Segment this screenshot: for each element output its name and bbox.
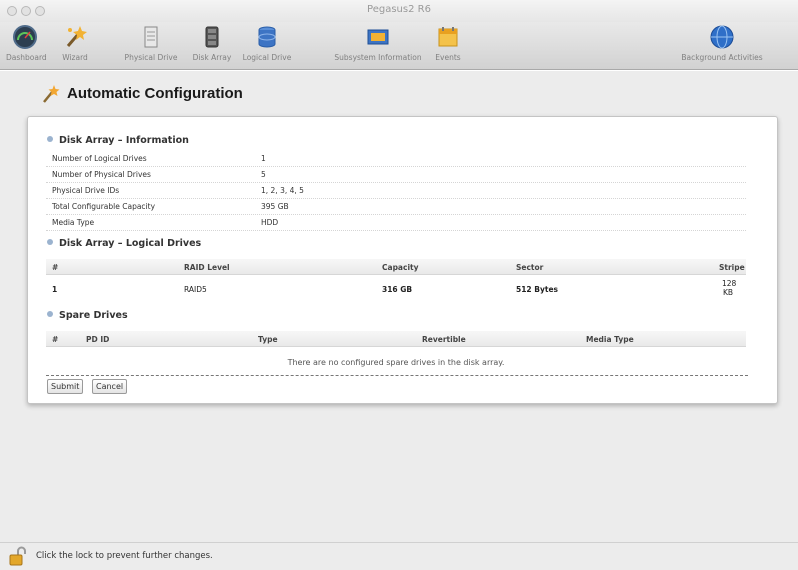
toolbar-label: Physical Drive	[124, 53, 178, 62]
logical-drives-table-header: # RAID Level Capacity Sector Stripe	[46, 259, 746, 275]
toolbar-subsystem-information-button[interactable]: Subsystem Information	[328, 24, 428, 68]
toolbar-events-button[interactable]: Events	[432, 24, 464, 68]
toolbar-label: Disk Array	[192, 53, 232, 62]
info-label: Number of Physical Drives	[52, 170, 151, 179]
lock-icon[interactable]	[9, 546, 27, 566]
divider	[46, 375, 748, 376]
submit-button[interactable]: Submit	[47, 379, 84, 394]
column-header: PD ID	[86, 335, 110, 344]
toolbar-label: Logical Drive	[242, 53, 292, 62]
wizard-wand-icon	[66, 26, 87, 47]
toolbar-background-activities-button[interactable]: Background Activities	[676, 24, 768, 68]
info-row: Media Type HDD	[46, 215, 746, 231]
events-calendar-icon	[438, 27, 458, 47]
window-title: Pegasus2 R6	[367, 4, 431, 15]
column-header: Sector	[516, 263, 544, 272]
toolbar: Dashboard Wizard Physical Drive Disk Arr…	[0, 22, 798, 70]
dashboard-gauge-icon	[13, 25, 37, 49]
logical-drives-heading: Disk Array – Logical Drives	[47, 238, 201, 249]
info-row: Number of Logical Drives 1	[46, 151, 746, 167]
column-header: Type	[258, 335, 278, 344]
info-label: Number of Logical Drives	[52, 154, 147, 163]
column-header: RAID Level	[184, 263, 230, 272]
logical-drive-icon	[258, 26, 276, 48]
table-row[interactable]: 1 RAID5 316 GB 512 Bytes 128 KB	[46, 277, 746, 305]
disk-array-icon	[205, 26, 219, 48]
cell-number: 1	[52, 285, 58, 294]
main-content: Automatic Configuration Disk Array – Inf…	[0, 71, 798, 542]
section-heading-label: Disk Array – Information	[59, 135, 189, 146]
info-label: Physical Drive IDs	[52, 186, 120, 195]
info-row: Physical Drive IDs 1, 2, 3, 4, 5	[46, 183, 746, 199]
toolbar-logical-drive-button[interactable]: Logical Drive	[242, 24, 292, 68]
column-header: Capacity	[382, 263, 419, 272]
column-header: #	[52, 335, 59, 344]
cell-raid-level: RAID5	[184, 285, 207, 294]
cancel-button[interactable]: Cancel	[92, 379, 128, 394]
bullet-icon	[47, 239, 53, 245]
info-label: Media Type	[52, 218, 95, 227]
column-header: Stripe	[719, 263, 745, 272]
subsystem-info-icon	[367, 29, 389, 45]
column-header: Media Type	[586, 335, 634, 344]
info-row: Number of Physical Drives 5	[46, 167, 746, 183]
toolbar-label: Background Activities	[681, 53, 763, 62]
info-value: 395 GB	[261, 202, 289, 211]
page-title: Automatic Configuration	[67, 85, 243, 102]
info-value: HDD	[261, 218, 279, 227]
toolbar-label: Dashboard	[6, 53, 47, 62]
physical-drive-icon	[144, 26, 158, 48]
toolbar-label: Wizard	[62, 53, 88, 62]
section-heading-label: Disk Array – Logical Drives	[59, 238, 202, 249]
cell-stripe-unit: KB	[723, 288, 734, 297]
lock-status-text: Click the lock to prevent further change…	[36, 551, 213, 561]
spare-drives-table-header: # PD ID Type Revertible Media Type	[46, 331, 746, 347]
wizard-wand-icon	[43, 85, 60, 103]
toolbar-wizard-button[interactable]: Wizard	[60, 24, 90, 68]
column-header: Revertible	[422, 335, 466, 344]
empty-spare-message: There are no configured spare drives in …	[287, 358, 505, 367]
spare-drives-heading: Spare Drives	[47, 310, 128, 321]
toolbar-disk-array-button[interactable]: Disk Array	[190, 24, 234, 68]
toolbar-label: Events	[435, 53, 461, 62]
info-label: Total Configurable Capacity	[52, 202, 156, 211]
info-value: 1, 2, 3, 4, 5	[261, 186, 304, 195]
window-title-bar: Pegasus2 R6	[0, 0, 798, 22]
background-activities-globe-icon	[710, 25, 734, 49]
toolbar-physical-drive-button[interactable]: Physical Drive	[123, 24, 179, 68]
disk-array-information-heading: Disk Array – Information	[47, 135, 189, 146]
section-heading-label: Spare Drives	[59, 310, 128, 321]
bullet-icon	[47, 136, 53, 142]
info-row: Total Configurable Capacity 395 GB	[46, 199, 746, 215]
cell-stripe: 128	[722, 279, 737, 288]
cell-sector: 512 Bytes	[516, 285, 559, 294]
info-value: 1	[261, 154, 266, 163]
cell-capacity: 316 GB	[382, 285, 413, 294]
toolbar-dashboard-button[interactable]: Dashboard	[6, 24, 47, 68]
info-value: 5	[261, 170, 266, 179]
bullet-icon	[47, 311, 53, 317]
bottom-bar: Click the lock to prevent further change…	[0, 542, 798, 570]
configuration-panel: Disk Array – Information Number of Logic…	[27, 116, 778, 404]
toolbar-label: Subsystem Information	[334, 53, 422, 62]
column-header: #	[52, 263, 59, 272]
